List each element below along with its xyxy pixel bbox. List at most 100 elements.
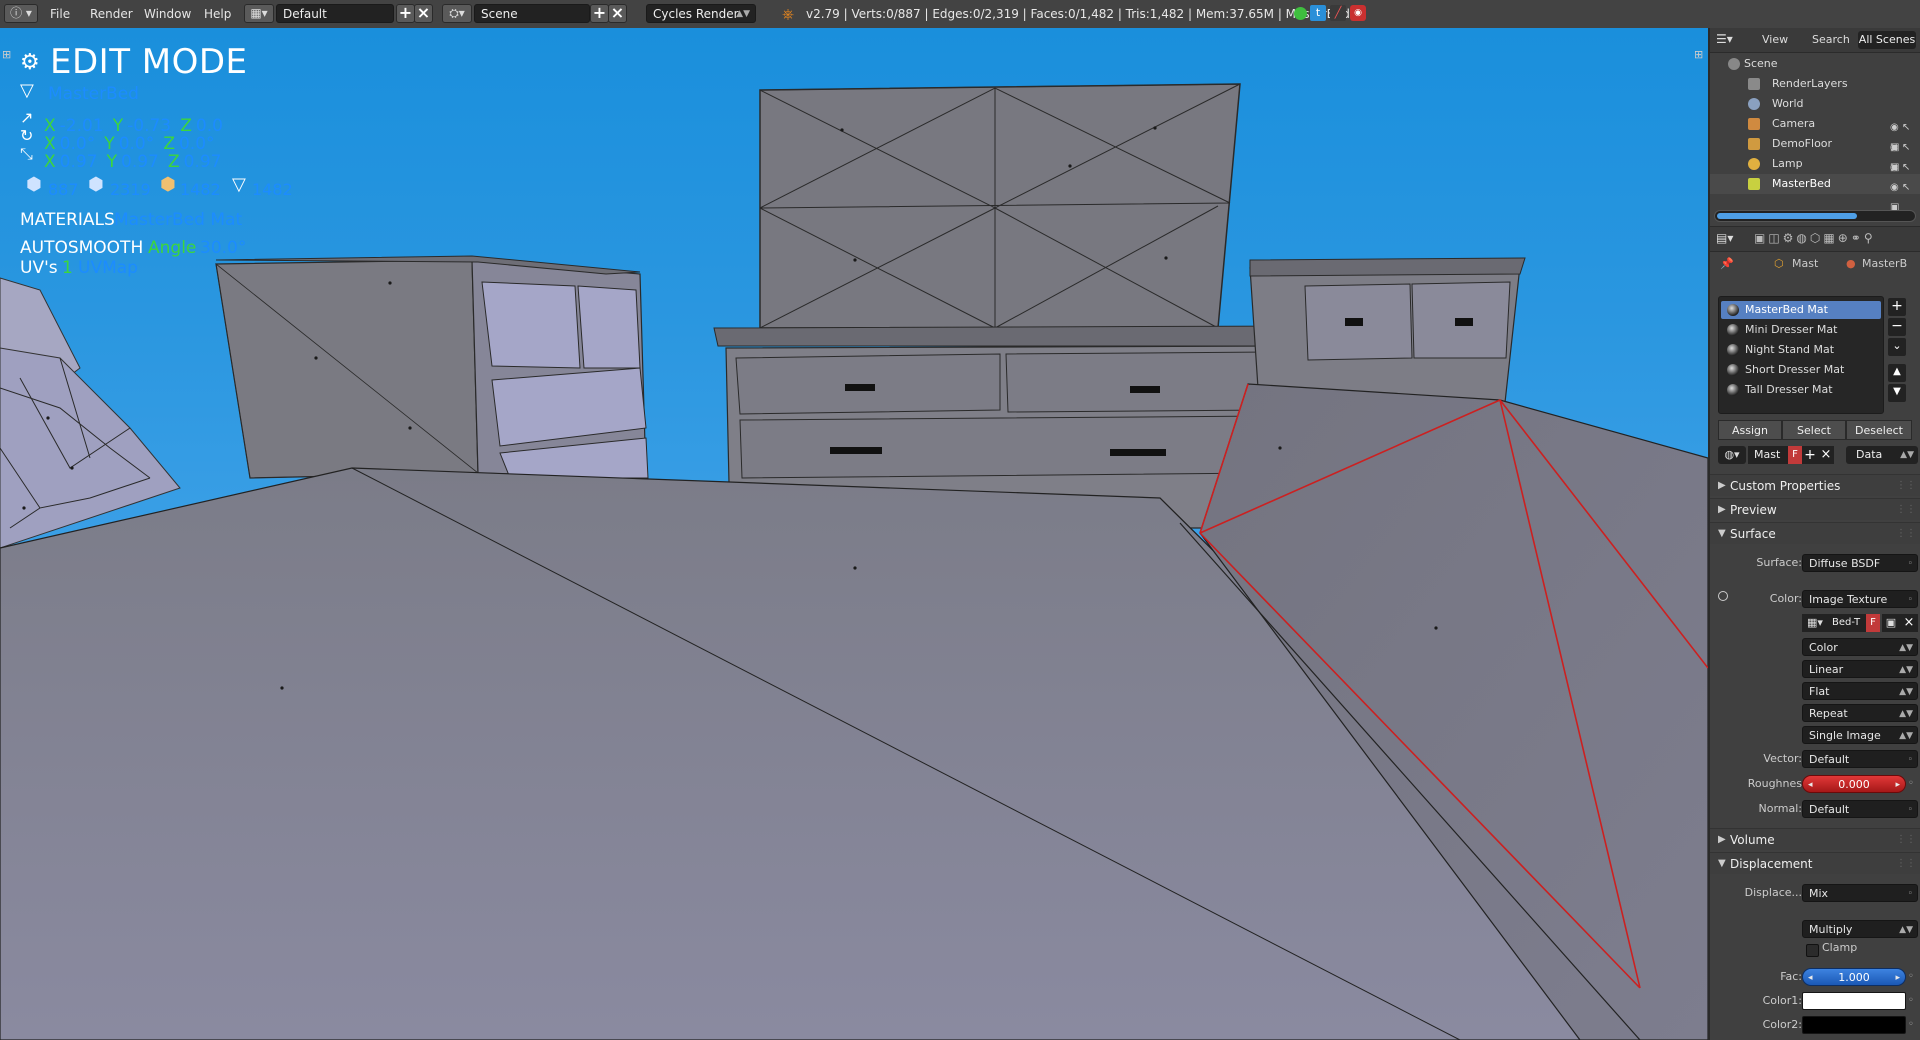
material-slot[interactable]: Tall Dresser Mat (1721, 381, 1881, 399)
chevron-updown-icon: ▲▼ (736, 9, 750, 19)
menu-help[interactable]: Help (200, 5, 235, 23)
color1-swatch[interactable] (1802, 992, 1906, 1010)
outliner-row-camera[interactable]: Camera ◉ ↖ ▣ (1710, 114, 1920, 153)
visibility-icons[interactable]: ◉ ↖ ▣ (1890, 178, 1916, 213)
select-button[interactable]: Select (1782, 420, 1846, 440)
material-slot[interactable]: MasterBed Mat (1721, 301, 1881, 319)
record-icon[interactable] (1294, 7, 1307, 20)
material-ball-icon (1727, 344, 1739, 356)
image-interpolation-dropdown[interactable]: Linear ▲▼ (1802, 660, 1918, 678)
roughness-slider[interactable]: ◂ 0.000 ▸ (1802, 775, 1906, 793)
clamp-checkbox[interactable] (1806, 944, 1819, 957)
new-material-button[interactable]: + (1802, 446, 1818, 464)
image-extension-dropdown[interactable]: Repeat ▲▼ (1802, 704, 1918, 722)
viewport-scene[interactable] (0, 28, 1708, 1040)
material-ball-icon (1727, 324, 1739, 336)
material-slot[interactable]: Mini Dresser Mat (1721, 321, 1881, 339)
add-scene-button[interactable]: + (590, 4, 609, 23)
image-projection-dropdown[interactable]: Flat ▲▼ (1802, 682, 1918, 700)
image-fake-user-button[interactable]: F (1866, 614, 1880, 632)
outliner-row-masterbed[interactable]: MasterBed ◉ ↖ ▣ (1710, 174, 1920, 213)
volume-section[interactable]: ▶ Volume ⋮⋮ (1710, 828, 1920, 850)
unlink-image-button[interactable]: × (1900, 614, 1918, 632)
fac-slider[interactable]: ◂ 1.000 ▸ (1802, 968, 1906, 986)
remove-material-slot-button[interactable]: − (1888, 318, 1906, 336)
lamp-icon (1748, 158, 1760, 170)
screen-layout-field[interactable]: Default (276, 4, 394, 23)
link-type-dropdown[interactable]: Data ▲▼ (1846, 446, 1918, 464)
screen-layout-icon[interactable]: ▦▾ (244, 4, 274, 23)
vector-label: Vector: (1763, 752, 1802, 765)
properties-editor-icon[interactable]: ▤▾ (1716, 231, 1733, 245)
material-slot-list[interactable]: MasterBed Mat Mini Dresser Mat Night Sta… (1718, 296, 1884, 414)
visibility-icons[interactable]: ◉ ↖ ▣ (1890, 118, 1916, 153)
pin-icon[interactable]: 📌 (1720, 254, 1734, 274)
normal-input-dropdown[interactable]: Default ◦ (1802, 800, 1918, 818)
add-layout-button[interactable]: + (396, 4, 415, 23)
scene-icon[interactable]: ⛭▾ (442, 4, 472, 23)
assign-button[interactable]: Assign (1718, 420, 1782, 440)
material-slot[interactable]: Night Stand Mat (1721, 341, 1881, 359)
fake-user-button[interactable]: F (1788, 446, 1802, 464)
move-slot-down-button[interactable]: ▼ (1888, 384, 1906, 402)
outliner-scrollbar[interactable] (1714, 210, 1916, 222)
image-source-dropdown[interactable]: Single Image ▲▼ (1802, 726, 1918, 744)
color2-socket-icon[interactable]: ◦ (1908, 1016, 1918, 1034)
properties-tabs[interactable]: ▣◫⚙◍⬡▦⊕⚭⚲ (1754, 231, 1876, 245)
color-input-dropdown[interactable]: Image Texture ◦ (1802, 590, 1918, 608)
material-browse-icon[interactable]: ◍▾ (1718, 446, 1746, 464)
move-slot-up-button[interactable]: ▲ (1888, 364, 1906, 382)
outliner-search-menu[interactable]: Search (1812, 32, 1850, 48)
custom-properties-section[interactable]: ▶ Custom Properties ⋮⋮ (1710, 474, 1920, 496)
image-colorspace-dropdown[interactable]: Color ▲▼ (1802, 638, 1918, 656)
brush-icon[interactable]: ╱ (1330, 5, 1346, 21)
remove-scene-button[interactable]: × (608, 4, 627, 23)
surface-label: Surface: (1756, 556, 1802, 569)
roughness-socket-icon[interactable]: ◦ (1908, 775, 1918, 793)
visibility-icons[interactable]: ◉ ↖ ▣ (1890, 158, 1916, 193)
visibility-icons[interactable]: ◉ ↖ ▣ (1890, 138, 1916, 173)
twitter-icon[interactable]: t (1310, 5, 1326, 21)
vector-input-dropdown[interactable]: Default ◦ (1802, 750, 1918, 768)
unlink-material-button[interactable]: × (1818, 446, 1834, 464)
editor-type-button[interactable]: ⓘ ▾ (4, 4, 38, 23)
outliner-row-lamp[interactable]: Lamp ◉ ↖ ▣ (1710, 154, 1920, 193)
blend-type-dropdown[interactable]: Multiply ▲▼ (1802, 920, 1918, 938)
color1-socket-icon[interactable]: ◦ (1908, 992, 1918, 1010)
3d-viewport[interactable]: ⚙ EDIT MODE ▽ MasterBed ↗ X -2.01 Y -0.73 … (0, 28, 1708, 1040)
displacement-section[interactable]: ▼ Displacement ⋮⋮ (1710, 852, 1920, 874)
outliner-row-scene[interactable]: Scene (1710, 54, 1920, 74)
surface-section[interactable]: ▼ Surface ⋮⋮ (1710, 522, 1920, 544)
outliner-view-menu[interactable]: View (1762, 32, 1788, 48)
scene-field[interactable]: Scene (474, 4, 590, 23)
render-engine-dropdown[interactable]: Cycles Render ▲▼ (646, 4, 756, 23)
deselect-button[interactable]: Deselect (1846, 420, 1912, 440)
outliner-editor-icon[interactable]: ☰▾ (1716, 32, 1733, 46)
properties-context: 📌 ⬡ Mast ● MasterB (1710, 254, 1920, 274)
outliner-filter-dropdown[interactable]: All Scenes (1858, 31, 1916, 49)
displacement-input-dropdown[interactable]: Mix ◦ (1802, 884, 1918, 902)
menu-window[interactable]: Window (140, 5, 195, 23)
image-browse-icon[interactable]: ▦▾ (1802, 614, 1828, 632)
fac-socket-icon[interactable]: ◦ (1908, 968, 1918, 986)
remove-layout-button[interactable]: × (414, 4, 433, 23)
menu-file[interactable]: File (46, 5, 74, 23)
menu-render[interactable]: Render (86, 5, 137, 23)
camera-record-icon[interactable]: ◉ (1350, 5, 1366, 21)
outliner-row-demofloor[interactable]: DemoFloor ◉ ↖ ▣ (1710, 134, 1920, 173)
outliner-row-world[interactable]: World (1710, 94, 1920, 114)
context-mesh-name[interactable]: Mast (1792, 254, 1818, 274)
material-name-field[interactable]: Mast (1748, 446, 1788, 464)
tall-dresser-mesh (215, 255, 649, 479)
context-material-name[interactable]: MasterB (1862, 254, 1907, 274)
color2-swatch[interactable] (1802, 1016, 1906, 1034)
add-material-slot-button[interactable]: + (1888, 298, 1906, 316)
surface-shader-dropdown[interactable]: Diffuse BSDF ◦ (1802, 554, 1918, 572)
material-slot[interactable]: Short Dresser Mat (1721, 361, 1881, 379)
preview-section[interactable]: ▶ Preview ⋮⋮ (1710, 498, 1920, 520)
open-image-icon[interactable]: ▣ (1882, 614, 1900, 632)
slot-specials-button[interactable]: ⌄ (1888, 338, 1906, 356)
world-icon (1748, 98, 1760, 110)
image-name-field[interactable]: Bed-T (1828, 614, 1866, 632)
outliner-row-renderlayers[interactable]: RenderLayers (1710, 74, 1920, 94)
